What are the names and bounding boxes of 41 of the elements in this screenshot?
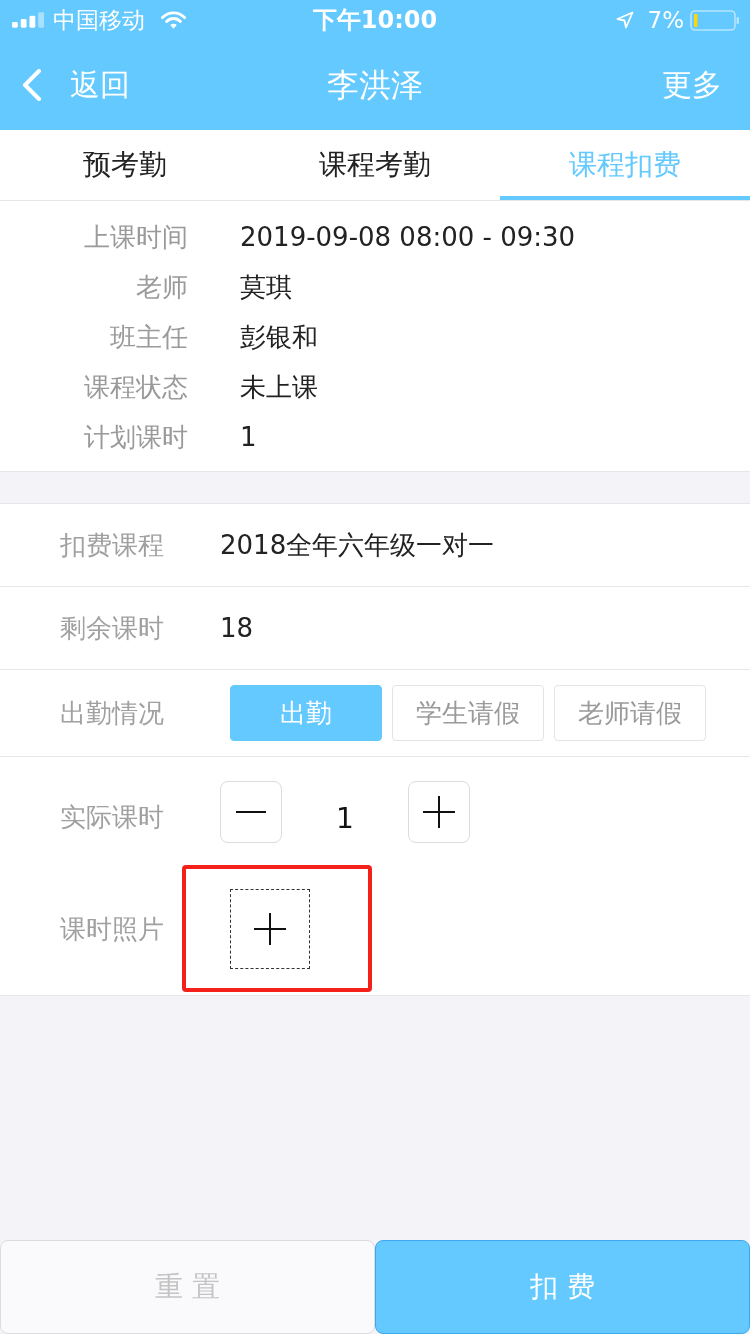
field-label: 出勤情况 [60,697,165,729]
battery-percent: 7% [647,6,684,34]
field-label: 计划课时 [83,421,188,453]
field-label: 班主任 [109,321,188,353]
increment-button[interactable] [408,781,470,843]
field-value: 2019-09-08 08:00 - 09:30 [240,221,576,253]
plus-icon [254,913,286,945]
battery-icon [690,9,740,31]
field-label: 扣费课程 [60,529,165,561]
field-value: 莫琪 [240,271,292,303]
field-label: 课时照片 [60,912,165,945]
deduct-button[interactable]: 扣 费 [375,1240,750,1334]
field-value: 彭银和 [240,321,318,353]
field-value: 未上课 [240,371,318,403]
chevron-left-icon [22,69,42,101]
carrier-name: 中国移动 [53,6,145,34]
plus-icon [423,796,455,828]
tab[interactable]: 预考勤 [0,130,250,200]
page-title: 李洪泽 [327,66,423,104]
attendance-option[interactable]: 出勤 [230,685,382,741]
field-label: 上课时间 [83,221,188,253]
field-value: 18 [220,612,254,644]
field-label: 剩余课时 [60,612,165,644]
field-label: 实际课时 [60,801,165,833]
more-button[interactable]: 更多 [662,67,722,103]
wifi-icon [161,10,186,30]
add-photo-button[interactable] [230,889,310,969]
status-time: 下午10:00 [312,6,438,34]
field-value: 2018全年六年级一对一 [220,529,495,561]
attendance-option[interactable]: 学生请假 [392,685,544,741]
signal-icon [12,12,45,28]
field-value: 1 [240,421,257,453]
reset-button[interactable]: 重 置 [0,1240,375,1334]
attendance-option[interactable]: 老师请假 [554,685,706,741]
field-label: 课程状态 [83,371,188,403]
stepper-value: 1 [335,802,355,836]
minus-icon [236,811,266,813]
location-arrow-icon [615,11,634,29]
back-button[interactable]: 返回 [22,67,130,103]
tab[interactable]: 课程考勤 [250,130,500,200]
field-label: 老师 [135,271,188,303]
